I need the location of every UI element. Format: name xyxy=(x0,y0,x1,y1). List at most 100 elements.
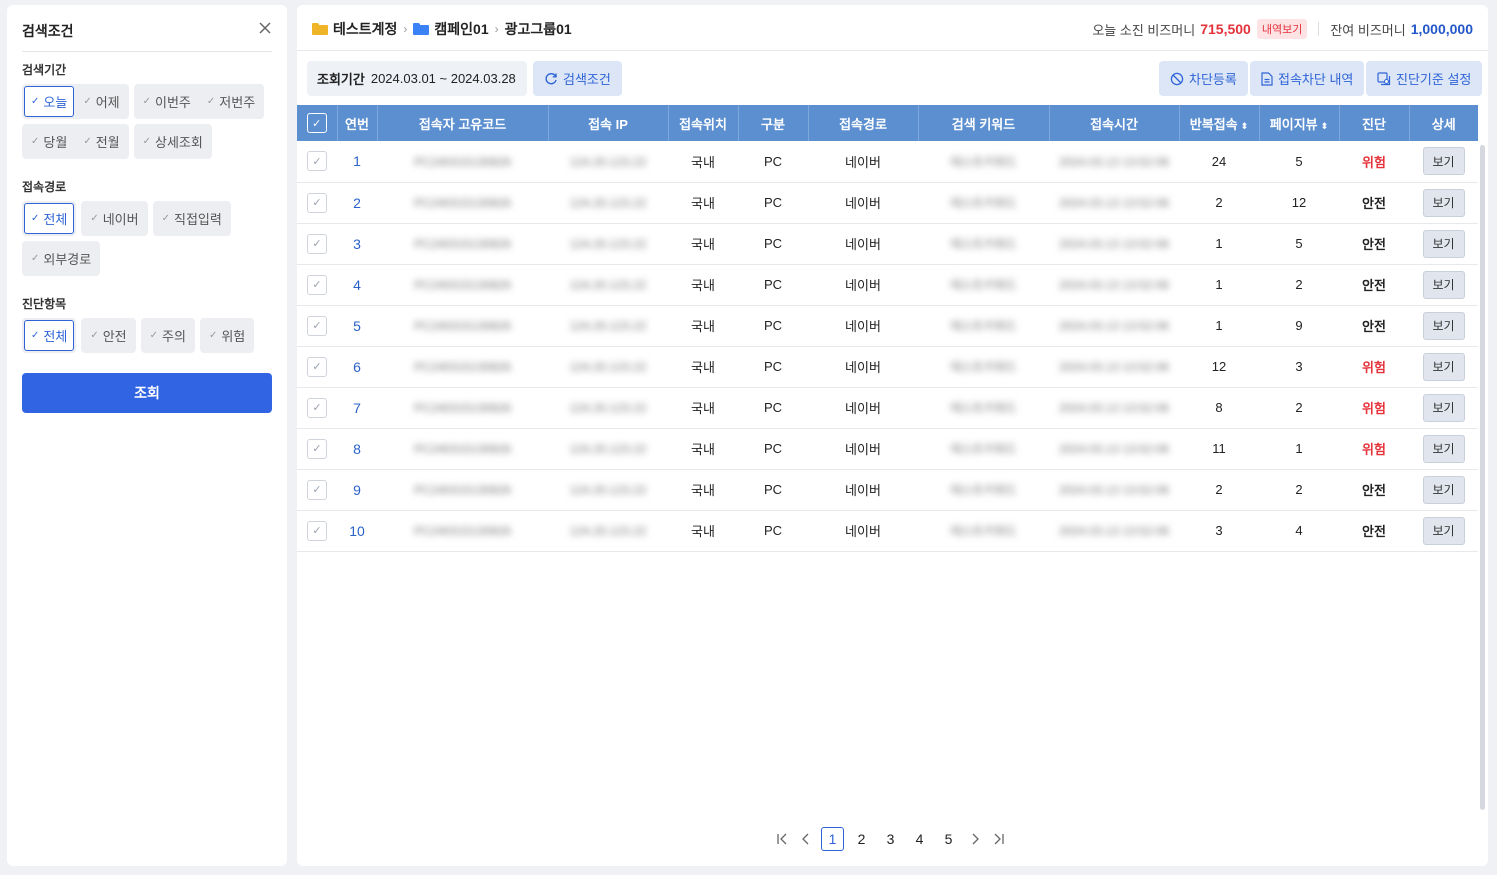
close-icon[interactable] xyxy=(258,21,272,35)
filter-option-chip[interactable]: ✓ 위험 xyxy=(202,320,252,351)
table-row[interactable]: ✓ 10 PC240315130826 124.20.123.22 국내 PC 네이버 테스트… xyxy=(297,510,1478,552)
breadcrumb: 테스트계정 › 캠페인01 › 광고그룹01 xyxy=(312,19,572,39)
page-number-button[interactable]: 3 xyxy=(879,827,902,851)
row-checkbox[interactable]: ✓ xyxy=(307,192,327,213)
row-no[interactable]: 3 xyxy=(353,236,361,252)
vertical-scrollbar[interactable] xyxy=(1480,145,1485,810)
row-checkbox[interactable]: ✓ xyxy=(307,520,327,541)
row-no[interactable]: 9 xyxy=(353,482,361,498)
page-number-button[interactable]: 1 xyxy=(821,827,844,851)
ip-address: 124.20.123.22 xyxy=(569,196,647,210)
col-pageviews-label: 페이지뷰 xyxy=(1269,116,1318,132)
filter-option-chip[interactable]: ✓ 전체 xyxy=(24,320,75,351)
row-no[interactable]: 8 xyxy=(353,441,361,457)
history-view-button[interactable]: 내역보기 xyxy=(1256,19,1308,39)
view-detail-button[interactable]: 보기 xyxy=(1422,229,1465,258)
row-no[interactable]: 1 xyxy=(353,153,361,169)
row-checkbox[interactable]: ✓ xyxy=(307,438,327,459)
first-page-icon[interactable] xyxy=(773,827,791,851)
table-row[interactable]: ✓ 5 PC240315130826 124.20.123.22 국내 PC 네이버 테스트키… xyxy=(297,305,1478,347)
view-detail-button[interactable]: 보기 xyxy=(1422,270,1465,299)
filter-option-chip[interactable]: ✓ 상세조회 xyxy=(136,126,210,157)
filter-option-chip[interactable]: ✓ 주의 xyxy=(143,320,193,351)
filter-option-chip[interactable]: ✓ 직접입력 xyxy=(155,203,229,234)
filter-option-chip[interactable]: ✓ 어제 xyxy=(76,86,126,117)
table-row[interactable]: ✓ 6 PC240315130826 124.20.123.22 국내 PC 네이버 테스트키… xyxy=(297,346,1478,388)
row-checkbox[interactable]: ✓ xyxy=(307,479,327,500)
table-row[interactable]: ✓ 1 PC240315130826 124.20.123.22 국내 PC 네이버 테스트키… xyxy=(297,141,1478,183)
block-register-button[interactable]: 차단등록 xyxy=(1159,61,1248,96)
next-page-icon[interactable] xyxy=(966,827,984,851)
bizmoney-summary: 오늘 소진 비즈머니 715,500 내역보기 잔여 비즈머니 1,000,00… xyxy=(1092,19,1473,39)
repeat-cell: 11 xyxy=(1179,428,1259,470)
breadcrumb-adgroup: 광고그룹01 xyxy=(505,19,572,39)
search-sidebar: 검색조건 검색기간 ✓ 오늘 ✓ 어제 ✓ 이번주 ✓ 저번주 ✓ 당월 ✓ 전월 ✓ 상세조회 접속경로… xyxy=(7,5,287,866)
row-checkbox[interactable]: ✓ xyxy=(307,356,327,377)
select-all-checkbox[interactable]: ✓ xyxy=(306,113,327,133)
row-checkbox[interactable]: ✓ xyxy=(307,397,327,418)
filter-option-chip[interactable]: ✓ 전월 xyxy=(76,126,126,157)
option-group: ✓ 위험 xyxy=(199,318,255,353)
table-row[interactable]: ✓ 3 PC240315130826 124.20.123.22 국내 PC 네이버 테스트키… xyxy=(297,223,1478,265)
table-row[interactable]: ✓ 7 PC240315130826 124.20.123.22 국내 PC 네이버 테스트키… xyxy=(297,387,1478,429)
check-icon: ✓ xyxy=(83,96,92,107)
search-keyword: 테스트키워드 xyxy=(950,401,1017,415)
filter-option-chip[interactable]: ✓ 네이버 xyxy=(83,203,145,234)
search-conditions-button[interactable]: 검색조건 xyxy=(533,61,622,96)
filter-option-chip[interactable]: ✓ 외부경로 xyxy=(24,243,98,274)
view-detail-button[interactable]: 보기 xyxy=(1422,516,1465,545)
breadcrumb-campaign[interactable]: 캠페인01 xyxy=(413,19,489,39)
view-detail-button[interactable]: 보기 xyxy=(1422,188,1465,217)
table-row[interactable]: ✓ 2 PC240315130826 124.20.123.22 국내 PC 네이버 테스트키… xyxy=(297,182,1478,224)
filter-option-chip[interactable]: ✓ 당월 xyxy=(24,126,74,157)
view-detail-button[interactable]: 보기 xyxy=(1422,393,1465,422)
page-number-button[interactable]: 4 xyxy=(908,827,931,851)
settings-copy-icon xyxy=(1377,71,1391,86)
view-detail-button[interactable]: 보기 xyxy=(1422,311,1465,340)
row-no[interactable]: 5 xyxy=(353,318,361,334)
page-number-button[interactable]: 2 xyxy=(850,827,873,851)
filter-option-chip[interactable]: ✓ 안전 xyxy=(83,320,133,351)
table-row[interactable]: ✓ 8 PC240315130826 124.20.123.22 국내 PC 네이버 테스트키… xyxy=(297,428,1478,470)
location-cell: 국내 xyxy=(668,305,738,347)
search-conditions-label: 검색조건 xyxy=(563,72,611,87)
row-no[interactable]: 4 xyxy=(353,277,361,293)
view-detail-button[interactable]: 보기 xyxy=(1422,352,1465,381)
row-no[interactable]: 6 xyxy=(353,359,361,375)
view-detail-button[interactable]: 보기 xyxy=(1422,475,1465,504)
row-no[interactable]: 2 xyxy=(353,195,361,211)
filter-option-chip[interactable]: ✓ 전체 xyxy=(24,203,75,234)
breadcrumb-account[interactable]: 테스트계정 xyxy=(312,19,397,39)
row-checkbox[interactable]: ✓ xyxy=(307,274,327,295)
access-time: 2024.03.13 13:52:06 xyxy=(1058,278,1170,292)
visitor-code: PC240315130826 xyxy=(414,237,511,251)
prev-page-icon[interactable] xyxy=(797,827,815,851)
block-history-button[interactable]: 접속차단 내역 xyxy=(1250,61,1365,96)
check-icon: ✓ xyxy=(90,213,99,224)
last-page-icon[interactable] xyxy=(990,827,1008,851)
query-button[interactable]: 조회 xyxy=(22,373,272,413)
row-checkbox[interactable]: ✓ xyxy=(307,151,327,172)
col-repeat-visits[interactable]: 반복접속 ⬍ xyxy=(1179,105,1260,141)
check-icon: ✓ xyxy=(142,136,152,147)
location-cell: 국내 xyxy=(668,469,738,511)
divider xyxy=(1318,22,1320,36)
view-detail-button[interactable]: 보기 xyxy=(1422,434,1465,463)
filter-option-chip[interactable]: ✓ 이번주 xyxy=(136,86,198,117)
row-checkbox[interactable]: ✓ xyxy=(307,233,327,254)
route-cell: 네이버 xyxy=(808,182,918,224)
balance-value: 1,000,000 xyxy=(1410,21,1473,37)
page-number-button[interactable]: 5 xyxy=(937,827,960,851)
diagnosis-settings-button[interactable]: 진단기준 설정 xyxy=(1366,61,1483,96)
filter-option-chip[interactable]: ✓ 저번주 xyxy=(200,86,262,117)
table-row[interactable]: ✓ 4 PC240315130826 124.20.123.22 국내 PC 네이버 테스트키… xyxy=(297,264,1478,306)
col-pageviews[interactable]: 페이지뷰 ⬍ xyxy=(1259,105,1340,141)
check-icon: ✓ xyxy=(31,253,40,264)
table-row[interactable]: ✓ 9 PC240315130826 124.20.123.22 국내 PC 네이버 테스트키… xyxy=(297,469,1478,511)
row-checkbox[interactable]: ✓ xyxy=(307,315,327,336)
row-no[interactable]: 10 xyxy=(349,523,365,539)
view-detail-button[interactable]: 보기 xyxy=(1422,147,1465,176)
time-cell: 2024.03.13 13:52:06 xyxy=(1049,428,1179,470)
row-no[interactable]: 7 xyxy=(353,400,361,416)
filter-option-chip[interactable]: ✓ 오늘 xyxy=(24,86,75,117)
